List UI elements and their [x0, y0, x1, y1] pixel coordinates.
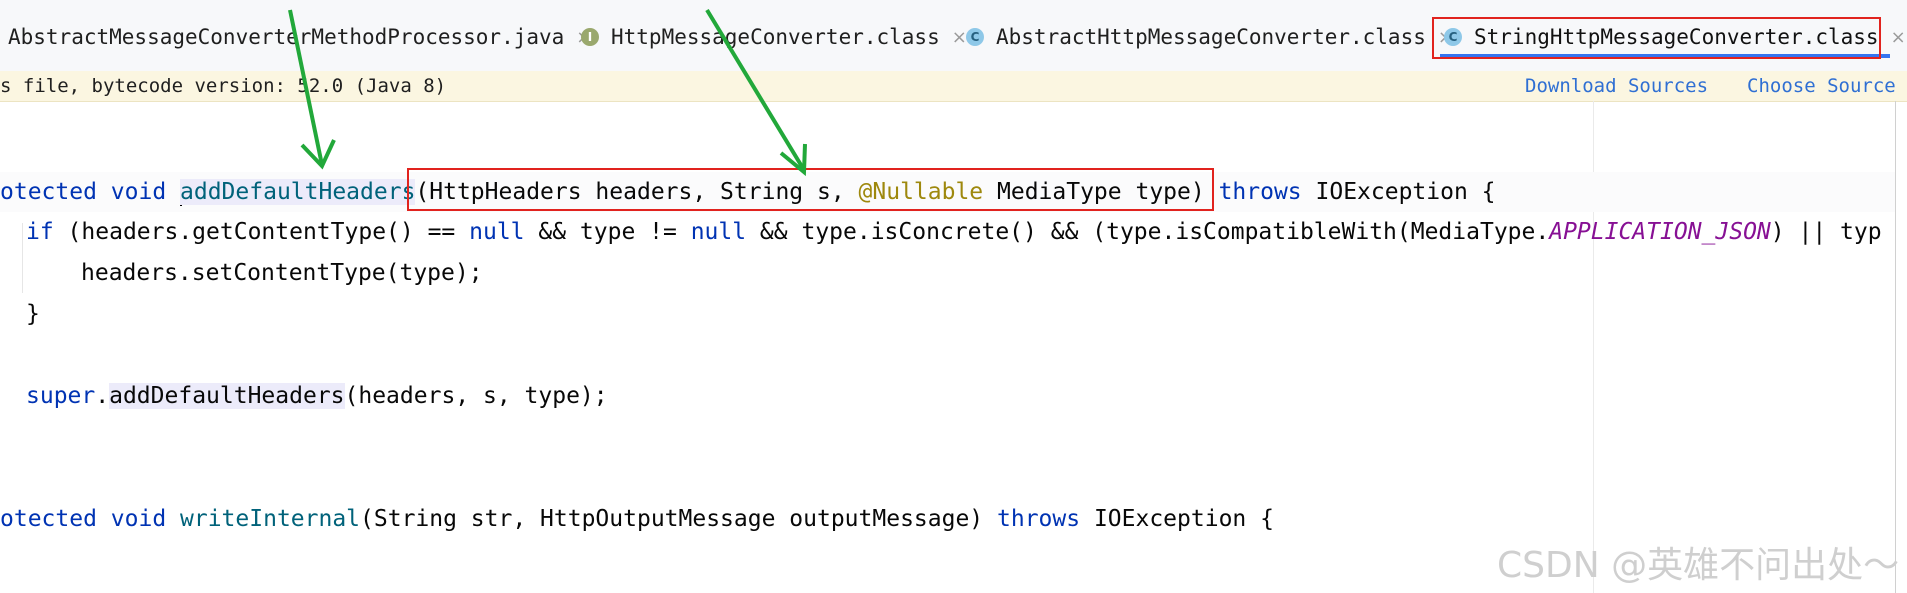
csdn-watermark: CSDN @英雄不问出处～ — [1497, 545, 1900, 586]
arrow-to-parameters — [705, 8, 807, 177]
arrow-to-method-name — [288, 9, 336, 170]
annotation-arrows — [288, 8, 807, 177]
